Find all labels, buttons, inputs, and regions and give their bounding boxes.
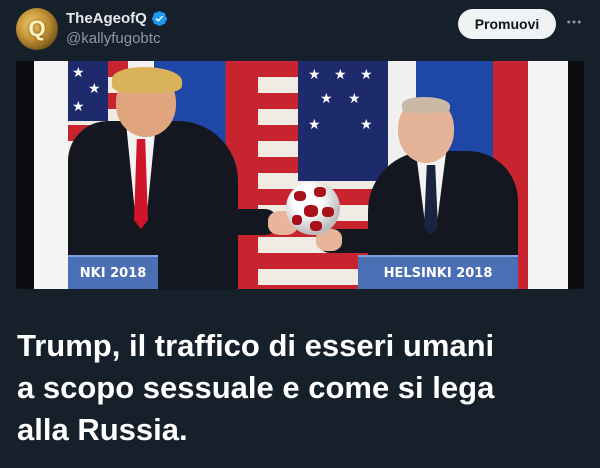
image-border-left — [16, 61, 34, 289]
headline-line-1: Trump, il traffico di esseri umani — [17, 328, 495, 363]
author-handle[interactable]: @kallyfugobtc — [66, 30, 160, 47]
q-avatar-icon: Q — [28, 16, 46, 41]
podium-right-text: HELSINKI 2018 — [383, 265, 493, 281]
podium-left-text: NKI 2018 — [79, 265, 147, 281]
author-display-name[interactable]: TheAgeofQ — [66, 10, 147, 27]
image-border-right — [568, 61, 584, 289]
more-dots-icon — [567, 20, 581, 24]
author-avatar[interactable]: Q — [16, 8, 58, 50]
podium-left: NKI 2018 — [68, 255, 158, 289]
verified-badge-icon — [151, 11, 167, 26]
headline-line-2: a scopo sessuale e come si lega — [17, 370, 495, 405]
image-margin-right — [528, 61, 568, 289]
post-headline[interactable]: Trump, il traffico di esseri umani a sco… — [17, 325, 587, 451]
arm-left — [188, 209, 278, 235]
post-media-image[interactable]: ★ ★ ★ ★ ★ ★ ★ ★ ★ ★ NKI 2018 HELSINKI 20… — [16, 61, 584, 289]
post-card: Q TheAgeofQ @kallyfugobtc Promuovi ★ ★ ★ — [0, 0, 600, 468]
promote-button[interactable]: Promuovi — [458, 9, 556, 39]
press-conference-photo: ★ ★ ★ ★ ★ ★ ★ ★ ★ ★ NKI 2018 HELSINKI 20… — [68, 61, 528, 289]
hair-left — [112, 67, 182, 93]
soccer-ball — [286, 181, 340, 235]
author-name-row: TheAgeofQ — [66, 10, 168, 27]
hair-right — [402, 97, 450, 113]
more-options-button[interactable] — [564, 12, 584, 32]
headline-line-3: alla Russia. — [17, 412, 188, 447]
image-margin-left — [34, 61, 68, 289]
podium-right: HELSINKI 2018 — [358, 255, 518, 289]
